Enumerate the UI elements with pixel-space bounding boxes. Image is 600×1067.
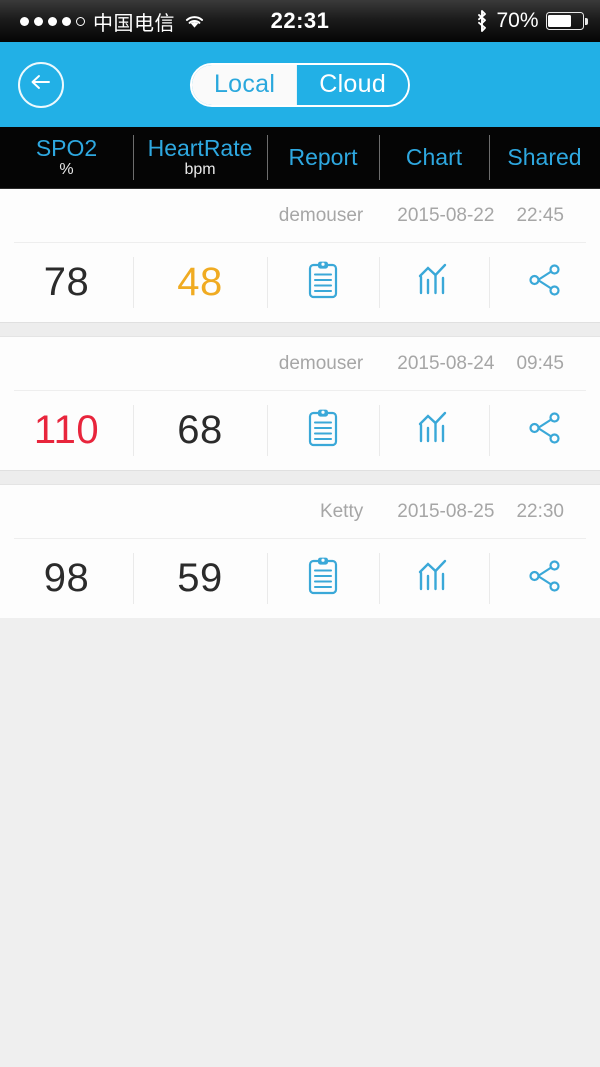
- bar-chart-icon: [415, 409, 453, 452]
- share-button[interactable]: [489, 539, 600, 618]
- chart-button[interactable]: [379, 539, 489, 618]
- record-datetime: 2015-08-22 22:45: [397, 205, 564, 227]
- arrow-left-icon: [28, 72, 54, 97]
- column-header-report[interactable]: Report: [267, 127, 379, 188]
- record-meta: demouser 2015-08-22 22:45: [14, 189, 586, 243]
- segment-local[interactable]: Local: [191, 64, 298, 105]
- back-button[interactable]: [18, 61, 64, 108]
- column-unit: bpm: [184, 161, 216, 179]
- column-title: Report: [288, 144, 358, 171]
- record-time: 22:45: [516, 204, 564, 226]
- spo2-value: 110: [33, 408, 100, 452]
- column-header-spo2[interactable]: SPO2 %: [0, 127, 133, 188]
- column-title: SPO2: [35, 134, 98, 161]
- bar-chart-icon: [415, 557, 453, 600]
- record-card[interactable]: demouser 2015-08-24 09:45 110 68: [0, 337, 600, 470]
- record-date: 2015-08-25: [397, 500, 495, 522]
- record-meta: demouser 2015-08-24 09:45: [14, 337, 586, 391]
- spo2-value: 98: [43, 556, 90, 600]
- column-title: HeartRate: [147, 134, 253, 161]
- share-button[interactable]: [489, 243, 600, 322]
- cell-heartrate: 48: [133, 243, 267, 322]
- source-segmented-control[interactable]: Local Cloud: [189, 62, 411, 107]
- measurement-record-list: demouser 2015-08-22 22:45 78 48 demouser…: [0, 189, 600, 618]
- share-icon: [526, 262, 564, 303]
- record-card[interactable]: Ketty 2015-08-25 22:30 98 59: [0, 485, 600, 618]
- record-card[interactable]: demouser 2015-08-22 22:45 78 48: [0, 189, 600, 322]
- bar-chart-icon: [415, 261, 453, 304]
- column-title: Shared: [507, 144, 582, 171]
- cell-heartrate: 68: [133, 391, 267, 470]
- cell-spo2: 110: [0, 391, 133, 470]
- heart-rate-value: 48: [177, 260, 223, 304]
- heart-rate-value: 59: [177, 556, 223, 600]
- clipboard-icon: [306, 408, 340, 453]
- record-user: Ketty: [319, 500, 364, 522]
- segment-cloud[interactable]: Cloud: [297, 64, 409, 105]
- status-bar-clock: 22:31: [270, 8, 330, 33]
- cell-spo2: 78: [0, 243, 133, 322]
- column-title: Chart: [405, 144, 463, 171]
- record-separator: [0, 322, 600, 337]
- app-header: Local Cloud: [0, 42, 600, 127]
- column-header-shared[interactable]: Shared: [489, 127, 600, 188]
- clipboard-icon: [306, 556, 340, 601]
- record-datetime: 2015-08-25 22:30: [397, 501, 564, 523]
- column-header-chart[interactable]: Chart: [379, 127, 489, 188]
- record-datetime: 2015-08-24 09:45: [397, 353, 564, 375]
- column-header-bar: SPO2 % HeartRate bpm Report Chart Shared: [0, 127, 600, 189]
- report-button[interactable]: [267, 243, 379, 322]
- record-time: 09:45: [516, 352, 564, 374]
- report-button[interactable]: [267, 391, 379, 470]
- column-unit: %: [59, 161, 74, 179]
- chart-button[interactable]: [379, 243, 489, 322]
- record-date: 2015-08-24: [397, 352, 495, 374]
- record-values: 110 68: [0, 391, 600, 470]
- column-header-heartrate[interactable]: HeartRate bpm: [133, 127, 267, 188]
- record-user: demouser: [278, 204, 364, 226]
- report-button[interactable]: [267, 539, 379, 618]
- spo2-value: 78: [43, 260, 90, 304]
- share-button[interactable]: [489, 391, 600, 470]
- empty-list-area: [0, 618, 600, 1067]
- cell-spo2: 98: [0, 539, 133, 618]
- record-values: 78 48: [0, 243, 600, 322]
- record-separator: [0, 470, 600, 485]
- record-time: 22:30: [516, 500, 564, 522]
- record-values: 98 59: [0, 539, 600, 618]
- record-user: demouser: [278, 352, 364, 374]
- record-date: 2015-08-22: [397, 204, 495, 226]
- clipboard-icon: [306, 260, 340, 305]
- share-icon: [526, 410, 564, 451]
- cell-heartrate: 59: [133, 539, 267, 618]
- heart-rate-value: 68: [177, 408, 223, 452]
- record-meta: Ketty 2015-08-25 22:30: [14, 485, 586, 539]
- status-bar: 中国电信 22:31 70%: [0, 0, 600, 42]
- share-icon: [526, 558, 564, 599]
- chart-button[interactable]: [379, 391, 489, 470]
